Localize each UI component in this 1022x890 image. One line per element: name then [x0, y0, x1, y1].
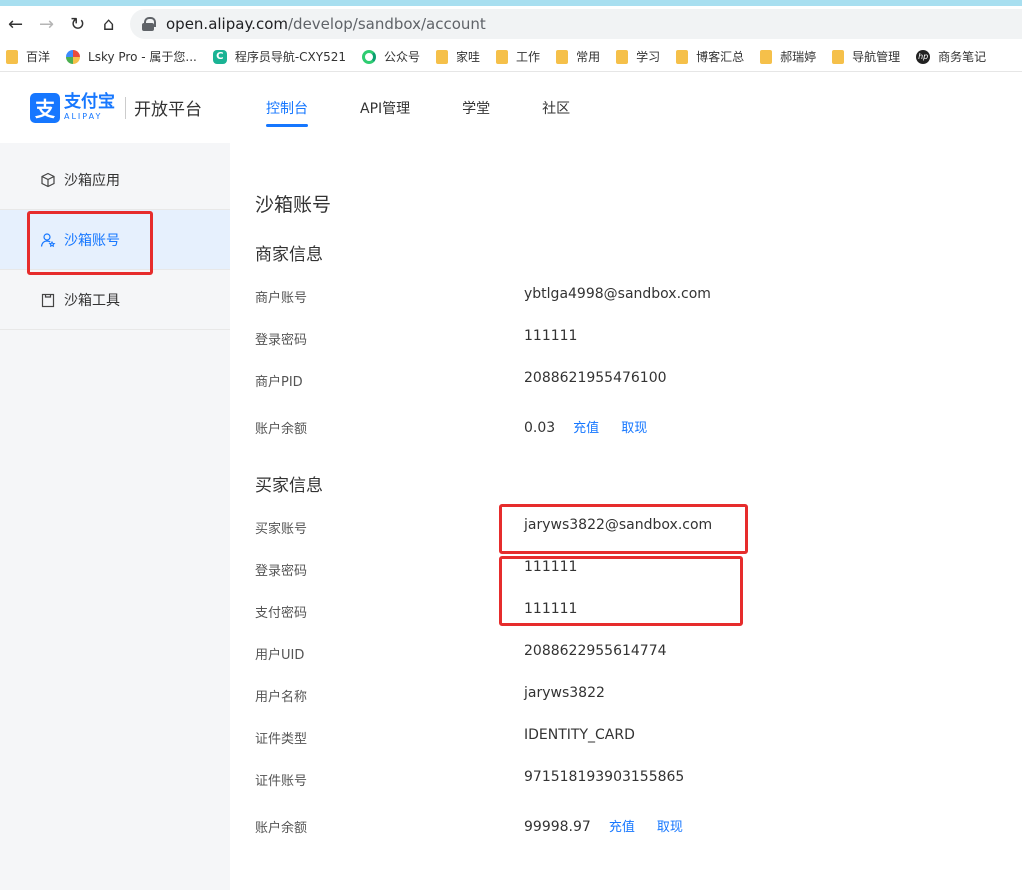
merchant-pid-value: 2088621955476100	[524, 370, 667, 386]
bookmark-item[interactable]: 郝瑞婷	[760, 48, 816, 65]
buyer-balance-value: 99998.97	[524, 819, 591, 835]
buyer-uid-value: 2088622955614774	[524, 643, 667, 659]
logo-divider	[125, 96, 126, 119]
lock-icon	[142, 17, 156, 31]
sidebar-item-sandbox-tools[interactable]: 沙箱工具	[0, 270, 230, 330]
merchant-balance-row: 0.03 充值 取现	[524, 417, 647, 436]
buyer-recharge-link[interactable]: 充值	[609, 820, 635, 835]
merchant-account-label: 商户账号	[255, 291, 308, 306]
highlight-box-buyer-account	[499, 504, 748, 554]
buyer-id-type-label: 证件类型	[255, 732, 308, 747]
buyer-account-label: 买家账号	[255, 522, 308, 537]
folder-icon	[556, 49, 569, 64]
highlight-box-sidebar	[27, 211, 153, 275]
folder-icon	[6, 49, 18, 64]
alipay-logo-icon: 支	[30, 92, 60, 123]
address-bar[interactable]: open.alipay.com/develop/sandbox/account	[130, 9, 1022, 39]
main-nav: 控制台 API管理 学堂 社区	[266, 72, 622, 143]
page-title: 沙箱账号	[255, 194, 332, 216]
bookmark-item[interactable]: 常用	[556, 48, 600, 65]
folder-icon	[496, 49, 509, 64]
nav-school[interactable]: 学堂	[462, 72, 490, 143]
back-arrow-icon[interactable]: ←	[0, 6, 31, 42]
url-path: /develop/sandbox/account	[288, 15, 486, 33]
bookmarks-bar: 百洋 Lsky Pro - 属于您... C 程序员导航-CXY521 公众号 家…	[0, 42, 1022, 72]
folder-icon	[832, 49, 845, 64]
browser-toolbar: ← → ↻ ⌂ open.alipay.com/develop/sandbox/…	[0, 6, 1022, 42]
buyer-id-type-value: IDENTITY_CARD	[524, 727, 635, 743]
wechat-ring-icon	[362, 49, 377, 64]
buyer-uid-label: 用户UID	[255, 648, 305, 663]
folder-icon	[760, 49, 773, 64]
home-icon[interactable]: ⌂	[93, 6, 124, 42]
buyer-balance-label: 账户余额	[255, 821, 308, 836]
nav-console[interactable]: 控制台	[266, 72, 308, 143]
alipay-logo[interactable]: 支 支付宝 ALIPAY 开放平台	[30, 92, 202, 123]
folder-icon	[676, 49, 689, 64]
bookmark-item[interactable]: 公众号	[362, 48, 420, 65]
merchant-pid-label: 商户PID	[255, 375, 303, 390]
c-badge-icon: C	[212, 49, 227, 64]
nav-api[interactable]: API管理	[360, 72, 410, 143]
merchant-withdraw-link[interactable]: 取现	[621, 421, 647, 436]
bookmark-item[interactable]: 工作	[496, 48, 540, 65]
nav-community[interactable]: 社区	[542, 72, 570, 143]
clipboard-icon	[41, 293, 55, 307]
merchant-account-value: ybtlga4998@sandbox.com	[524, 286, 711, 302]
buyer-section-title: 买家信息	[255, 476, 323, 496]
buyer-pay-password-label: 支付密码	[255, 606, 308, 621]
bookmark-item[interactable]: C 程序员导航-CXY521	[212, 48, 346, 65]
forward-arrow-icon[interactable]: →	[31, 6, 62, 42]
reload-icon[interactable]: ↻	[62, 6, 93, 42]
buyer-balance-row: 99998.97 充值 取现	[524, 816, 683, 835]
bookmark-item[interactable]: hp 商务笔记	[916, 48, 986, 65]
buyer-name-value: jaryws3822	[524, 685, 605, 701]
site-header: 支 支付宝 ALIPAY 开放平台 控制台 API管理 学堂 社区	[0, 72, 1022, 143]
buyer-name-label: 用户名称	[255, 690, 308, 705]
url-host: open.alipay.com	[166, 15, 288, 33]
logo-cn: 支付宝	[64, 92, 115, 112]
bookmark-item[interactable]: 百洋	[6, 48, 50, 65]
sidebar-item-label: 沙箱工具	[64, 292, 120, 309]
bookmark-item[interactable]: 家哇	[436, 48, 480, 65]
buyer-id-no-label: 证件账号	[255, 774, 308, 789]
sidebar-item-sandbox-app[interactable]: 沙箱应用	[0, 150, 230, 210]
bookmark-item[interactable]: 学习	[616, 48, 660, 65]
platform-name: 开放平台	[134, 100, 202, 120]
logo-en: ALIPAY	[64, 112, 103, 121]
buyer-password-label: 登录密码	[255, 564, 308, 579]
bookmark-item[interactable]: Lsky Pro - 属于您...	[66, 48, 197, 65]
buyer-id-no-value: 971518193903155865	[524, 769, 685, 785]
hp-icon: hp	[916, 49, 931, 64]
cube-icon	[41, 172, 55, 187]
merchant-balance-label: 账户余额	[255, 422, 308, 437]
merchant-section-title: 商家信息	[255, 245, 323, 265]
bookmark-item[interactable]: 博客汇总	[676, 48, 744, 65]
sidebar-item-label: 沙箱应用	[64, 172, 120, 189]
merchant-recharge-link[interactable]: 充值	[573, 421, 599, 436]
merchant-password-value: 111111	[524, 328, 578, 344]
pinwheel-icon	[66, 49, 81, 64]
folder-icon	[436, 49, 449, 64]
folder-icon	[616, 49, 629, 64]
bookmark-item[interactable]: 导航管理	[832, 48, 900, 65]
merchant-password-label: 登录密码	[255, 333, 308, 348]
highlight-box-buyer-passwords	[499, 556, 743, 626]
merchant-balance-value: 0.03	[524, 420, 556, 436]
buyer-withdraw-link[interactable]: 取现	[657, 820, 683, 835]
